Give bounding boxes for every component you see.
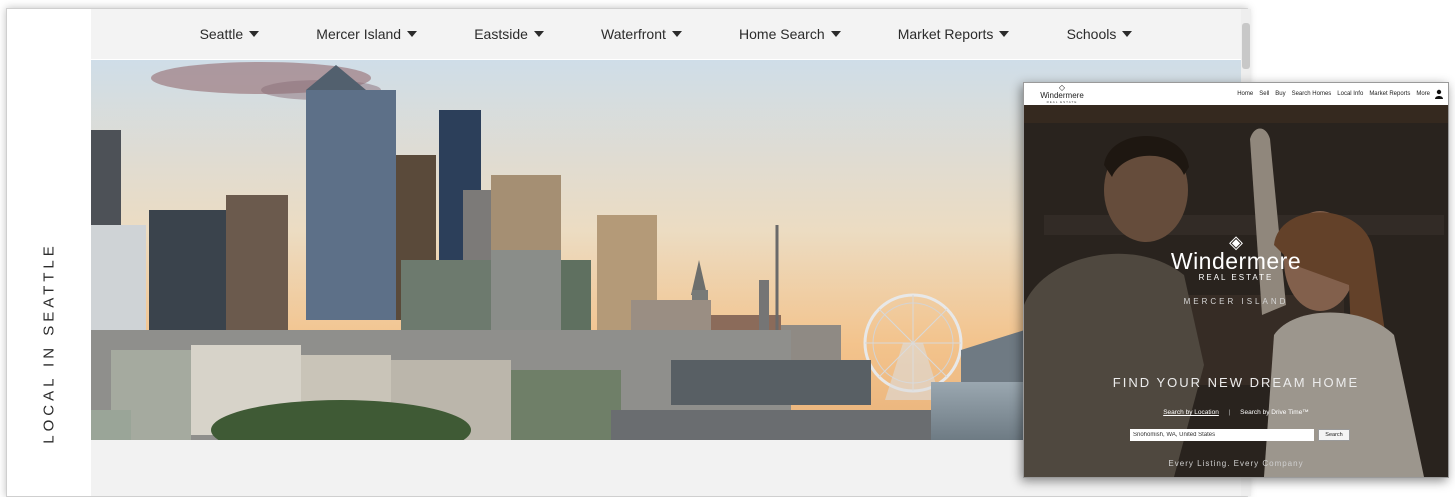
main-navigation: Seattle Mercer Island Eastside Waterfron… (91, 9, 1241, 59)
nav-item-waterfront[interactable]: Waterfront (601, 26, 682, 42)
scrollbar-thumb[interactable] (1242, 23, 1250, 69)
overlay-search-mode-links: Search by Location | Search by Drive Tim… (1024, 409, 1448, 416)
nav-item-label: Eastside (474, 26, 528, 42)
windermere-mark-icon: ◇ (1058, 83, 1066, 92)
search-by-drive-time-link[interactable]: Search by Drive Time™ (1240, 409, 1309, 416)
overlay-brand-name: Windermere (1170, 248, 1302, 274)
caret-down-icon (1122, 31, 1133, 37)
overlay-brand-block: ◈ Windermere REAL ESTATE MERCER ISLAND (1024, 232, 1448, 306)
sidebar-vertical-label: LOCAL IN SEATTLE (40, 242, 58, 444)
caret-down-icon (830, 31, 841, 37)
nav-item-label: Seattle (199, 26, 244, 42)
sidebar: LOCAL IN SEATTLE (7, 9, 91, 496)
nav-item-schools[interactable]: Schools (1067, 26, 1133, 42)
link-separator: | (1228, 409, 1231, 416)
overlay-menu-market-reports[interactable]: Market Reports (1369, 91, 1410, 97)
overlay-office-name: MERCER ISLAND (1183, 297, 1289, 306)
overlay-menu-buy[interactable]: Buy (1275, 91, 1285, 97)
logo-sub: REAL ESTATE (1046, 100, 1078, 104)
caret-down-icon (407, 31, 418, 37)
nav-item-market-reports[interactable]: Market Reports (898, 26, 1010, 42)
overlay-menu-more[interactable]: More (1416, 91, 1430, 97)
user-icon[interactable] (1435, 89, 1443, 99)
overlay-headline: FIND YOUR NEW DREAM HOME (1112, 375, 1360, 390)
caret-down-icon (999, 31, 1010, 37)
windermere-diamond-icon: ◈ (1229, 232, 1243, 252)
windermere-site-screenshot: ◇ Windermere REAL ESTATE Home Sell Buy S… (1023, 82, 1449, 478)
overlay-brand-sub: REAL ESTATE (1198, 273, 1274, 282)
overlay-menu-local-info[interactable]: Local Info (1337, 91, 1363, 97)
caret-down-icon (249, 31, 260, 37)
logo-name: Windermere (1040, 91, 1084, 100)
nav-item-label: Waterfront (601, 26, 666, 42)
overlay-tagline: Every Listing. Every Company (1168, 459, 1304, 468)
nav-item-label: Home Search (739, 26, 825, 42)
overlay-search-bar: Search (1130, 429, 1350, 441)
overlay-menu: Home Sell Buy Search Homes Local Info Ma… (1237, 83, 1430, 105)
overlay-menu-sell[interactable]: Sell (1259, 91, 1269, 97)
caret-down-icon (533, 31, 544, 37)
nav-item-home-search[interactable]: Home Search (739, 26, 841, 42)
nav-item-seattle[interactable]: Seattle (200, 26, 260, 42)
windermere-logo[interactable]: ◇ Windermere REAL ESTATE (1030, 83, 1094, 105)
overlay-menu-search-homes[interactable]: Search Homes (1292, 91, 1332, 97)
nav-item-label: Mercer Island (316, 26, 402, 42)
nav-item-eastside[interactable]: Eastside (474, 26, 544, 42)
location-search-input[interactable] (1130, 429, 1314, 441)
nav-item-label: Market Reports (897, 26, 994, 42)
nav-item-mercer-island[interactable]: Mercer Island (316, 26, 418, 42)
search-button[interactable]: Search (1318, 429, 1350, 441)
overlay-header: ◇ Windermere REAL ESTATE Home Sell Buy S… (1024, 83, 1448, 105)
caret-down-icon (671, 31, 682, 37)
overlay-menu-home[interactable]: Home (1237, 91, 1253, 97)
search-by-location-link[interactable]: Search by Location (1163, 409, 1219, 416)
nav-item-label: Schools (1066, 26, 1117, 42)
